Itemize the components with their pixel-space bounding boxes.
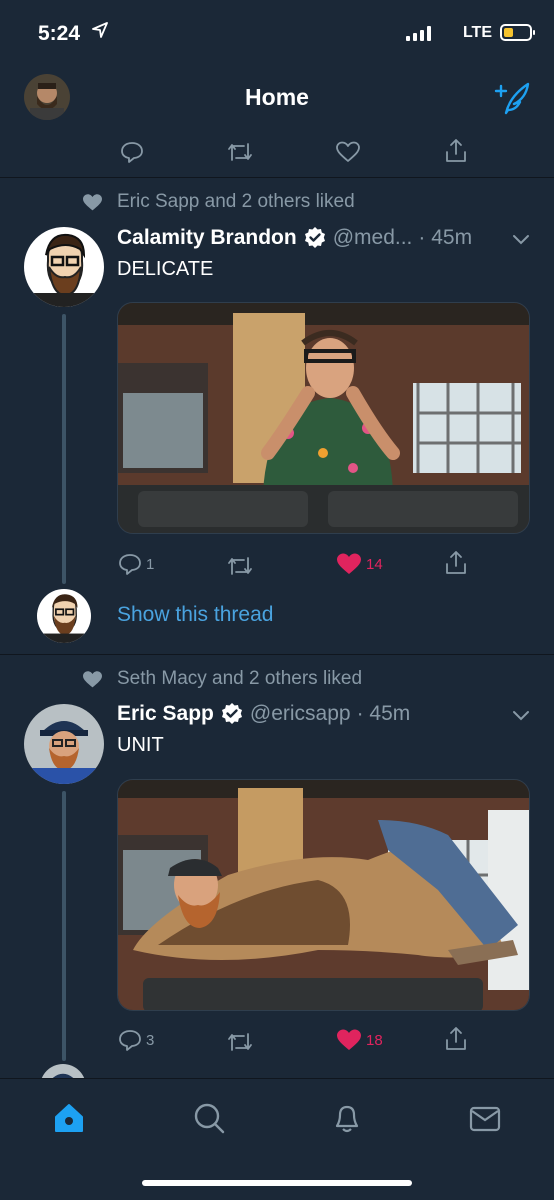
bell-icon[interactable]	[330, 1101, 364, 1135]
location-arrow-icon	[92, 22, 108, 38]
tweet-text: UNIT	[117, 734, 164, 756]
like-button[interactable]: 18	[336, 1028, 383, 1052]
reply-icon	[119, 1030, 141, 1051]
like-count: 14	[366, 555, 383, 573]
heart-small-icon	[83, 670, 102, 687]
like-icon[interactable]	[335, 140, 361, 164]
chevron-down-icon[interactable]	[512, 234, 530, 246]
tweet-header: Eric Sapp @ericsapp · 45m	[117, 702, 410, 726]
social-context-text: Seth Macy and 2 others liked	[117, 668, 363, 689]
verified-badge-icon	[221, 703, 242, 724]
timeline-feed[interactable]: Eric Sapp and 2 others liked Calamity Br…	[0, 130, 554, 1078]
social-context-text: Eric Sapp and 2 others liked	[117, 191, 355, 212]
heart-filled-icon	[337, 553, 361, 574]
thread-connector	[62, 791, 66, 1061]
social-context[interactable]: Seth Macy and 2 others liked	[82, 668, 362, 690]
home-icon[interactable]	[52, 1101, 86, 1135]
thread-avatar[interactable]	[37, 589, 91, 643]
tweet-header: Calamity Brandon @med... · 45m	[117, 226, 472, 250]
retweet-icon[interactable]	[226, 1030, 254, 1054]
verified-badge-icon	[304, 227, 325, 248]
top-nav-bar: Home	[0, 62, 554, 130]
social-context[interactable]: Eric Sapp and 2 others liked	[82, 191, 355, 213]
home-indicator	[142, 1180, 412, 1186]
tweet-time: · 45m	[418, 226, 473, 249]
reply-icon[interactable]	[120, 140, 144, 164]
tweet-text: DELICATE	[117, 258, 214, 280]
reply-button[interactable]: 3	[118, 1028, 154, 1052]
author-handle[interactable]: @med...	[333, 226, 413, 250]
tweet-time: · 45m	[356, 702, 411, 725]
share-icon[interactable]	[444, 138, 468, 164]
compose-tweet-icon[interactable]	[492, 80, 532, 116]
signal-icon	[406, 25, 432, 41]
tweet-divider	[0, 654, 554, 655]
avatar-eric-sapp[interactable]	[24, 704, 104, 784]
heart-small-icon	[83, 193, 102, 210]
thread-avatar[interactable]	[40, 1064, 86, 1078]
previous-tweet-actions	[0, 130, 554, 178]
chevron-down-icon[interactable]	[512, 710, 530, 722]
battery-icon	[500, 24, 535, 41]
retweet-icon[interactable]	[226, 140, 254, 164]
show-thread-link[interactable]: Show this thread	[117, 603, 273, 627]
share-icon[interactable]	[444, 1026, 468, 1052]
heart-filled-icon	[337, 1029, 361, 1050]
author-name[interactable]: Calamity Brandon	[117, 226, 297, 250]
like-count: 18	[366, 1031, 383, 1049]
reply-count: 1	[146, 555, 155, 573]
thread-connector	[62, 314, 66, 584]
reply-count: 3	[146, 1031, 155, 1049]
tweet-photo[interactable]	[117, 779, 530, 1011]
reply-icon	[119, 554, 141, 575]
reply-button[interactable]: 1	[118, 552, 154, 576]
avatar-calamity-brandon[interactable]	[24, 227, 104, 307]
share-icon[interactable]	[444, 550, 468, 576]
retweet-icon[interactable]	[226, 554, 254, 578]
tweet-photo[interactable]	[117, 302, 530, 534]
network-label: LTE	[462, 24, 492, 41]
like-button[interactable]: 14	[336, 552, 383, 576]
author-handle[interactable]: @ericsapp	[250, 702, 351, 726]
author-name[interactable]: Eric Sapp	[117, 702, 214, 726]
status-time: 5:24	[38, 22, 81, 45]
page-title: Home	[245, 84, 309, 110]
mail-icon[interactable]	[468, 1101, 502, 1135]
search-icon[interactable]	[192, 1101, 226, 1135]
status-bar: 5:24 LTE	[0, 0, 554, 62]
